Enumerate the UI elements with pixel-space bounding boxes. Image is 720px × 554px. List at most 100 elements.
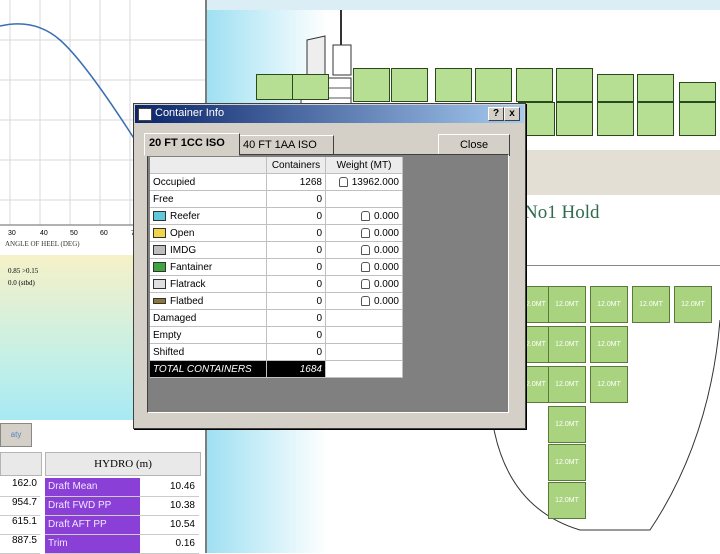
hold-container: 12.0MT	[590, 286, 628, 323]
weight-value: 0.000	[373, 261, 399, 273]
hydro-row: Draft FWD PP 10.38	[45, 497, 199, 516]
row-label-cell: Damaged	[150, 309, 267, 327]
close-x-button[interactable]: x	[504, 107, 520, 121]
lock-icon[interactable]	[360, 244, 370, 255]
table-row[interactable]: Damaged 0	[150, 309, 403, 327]
table-row[interactable]: IMDG 0 0.000	[150, 241, 403, 259]
hold-container: 12.0MT	[548, 444, 586, 481]
row-label-cell: Flatrack	[150, 275, 267, 293]
tab-40ft[interactable]: 40 FT 1AA ISO	[238, 135, 334, 156]
weight-cell: 0.000	[325, 275, 403, 293]
containers-count: 0	[266, 275, 326, 293]
table-header-row: Containers Weight (MT)	[150, 157, 403, 174]
container	[637, 102, 674, 136]
lock-icon[interactable]	[360, 295, 370, 306]
container	[679, 102, 716, 136]
containers-count: 0	[266, 241, 326, 259]
weight-value: 13962.000	[351, 176, 399, 188]
container	[597, 102, 634, 136]
lock-icon[interactable]	[360, 261, 370, 272]
x-axis-label: ANGLE OF HEEL (DEG)	[5, 240, 80, 248]
row-label: Empty	[153, 329, 182, 341]
hold-container: 12.0MT	[548, 286, 586, 323]
lock-icon[interactable]	[338, 176, 348, 187]
lock-icon[interactable]	[360, 227, 370, 238]
hydro-rows: Draft Mean 10.46 Draft FWD PP 10.38 Draf…	[45, 478, 199, 554]
left-header-cell	[0, 452, 42, 476]
column-header: Containers	[266, 157, 326, 174]
dialog-titlebar[interactable]: Container Info ? x	[135, 105, 524, 123]
tab-20ft[interactable]: 20 FT 1CC ISO	[144, 133, 240, 156]
container-grid-frame: Containers Weight (MT) Occupied 1268 13962…	[147, 154, 509, 413]
table-row[interactable]: Open 0 0.000	[150, 224, 403, 242]
table-row[interactable]: Empty 0	[150, 326, 403, 344]
container	[435, 68, 472, 102]
tab-stability[interactable]: aty	[0, 423, 32, 447]
container-info-table: Containers Weight (MT) Occupied 1268 13962…	[150, 157, 403, 378]
heel-line-2: 0.0 (stbd)	[8, 279, 35, 287]
hold-container: 12.0MT	[632, 286, 670, 323]
heel-line-1: 0.85 >0.15	[8, 267, 39, 275]
hydro-label: Draft Mean	[45, 478, 140, 496]
container	[516, 68, 553, 102]
row-label-cell: Shifted	[150, 343, 267, 361]
row-label: Reefer	[170, 210, 201, 222]
container	[637, 74, 674, 102]
weight-value: 0.000	[373, 210, 399, 222]
flatbed-icon	[153, 297, 166, 304]
container	[353, 68, 390, 102]
containers-count: 0	[266, 207, 326, 225]
lock-icon[interactable]	[360, 278, 370, 289]
containers-count: 0	[266, 224, 326, 242]
containers-count: 0	[266, 326, 326, 344]
row-label-cell: Empty	[150, 326, 267, 344]
table-row[interactable]: Shifted 0	[150, 343, 403, 361]
x-tick: 50	[70, 230, 78, 237]
table-row[interactable]: Reefer 0 0.000	[150, 207, 403, 225]
x-tick: 60	[100, 230, 108, 237]
total-value: 1684	[266, 360, 326, 378]
weight-cell: 0.000	[325, 292, 403, 310]
x-tick: 30	[8, 230, 16, 237]
row-label: Damaged	[153, 312, 197, 324]
table-row[interactable]: Fantainer 0 0.000	[150, 258, 403, 276]
row-label-cell: Fantainer	[150, 258, 267, 276]
weight-cell	[325, 190, 403, 208]
flatrack-icon	[153, 278, 166, 289]
lock-icon[interactable]	[360, 210, 370, 221]
hold-container: 12.0MT	[590, 326, 628, 363]
row-label-cell: Occupied	[150, 173, 267, 191]
hydro-panel: HYDRO (m) 162.0 954.7 615.1 887.5 Draft …	[0, 450, 207, 554]
hold-container: 12.0MT	[674, 286, 712, 323]
help-button[interactable]: ?	[488, 107, 504, 121]
weight-cell	[325, 326, 403, 344]
row-label: Fantainer	[170, 261, 213, 273]
weight-cell: 13962.000	[325, 173, 403, 191]
table-row[interactable]: Occupied 1268 13962.000	[150, 173, 403, 191]
containers-count: 0	[266, 309, 326, 327]
table-row[interactable]: Flatbed 0 0.000	[150, 292, 403, 310]
close-button[interactable]: Close	[438, 134, 510, 156]
container	[679, 82, 716, 102]
row-label-cell: Reefer	[150, 207, 267, 225]
row-label-cell: Free	[150, 190, 267, 208]
table-row[interactable]: Free 0	[150, 190, 403, 208]
row-label: Open	[170, 227, 195, 239]
hold-title: No1 Hold	[524, 202, 600, 223]
total-weight-empty	[325, 360, 403, 378]
column-header: Weight (MT)	[325, 157, 403, 174]
left-values: 162.0 954.7 615.1 887.5	[0, 478, 40, 554]
weight-cell: 0.000	[325, 258, 403, 276]
window-icon	[138, 108, 152, 121]
table-row[interactable]: Flatrack 0 0.000	[150, 275, 403, 293]
hydro-value: 0.16	[175, 538, 195, 549]
x-tick: 40	[40, 230, 48, 237]
fantainer-icon	[153, 261, 166, 272]
weight-value: 0.000	[373, 278, 399, 290]
hydro-header: HYDRO (m)	[45, 452, 201, 476]
hold-container: 12.0MT	[548, 482, 586, 519]
container	[556, 68, 593, 102]
container	[556, 102, 593, 136]
hydro-row: Trim 0.16	[45, 535, 199, 554]
weight-cell: 0.000	[325, 241, 403, 259]
